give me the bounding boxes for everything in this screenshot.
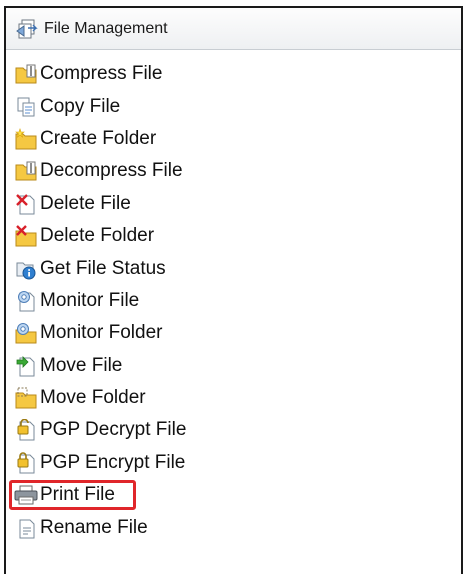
action-list: Compress File Copy File Create Folder De…: [9, 58, 461, 544]
item-label: Decompress File: [40, 160, 183, 182]
move-folder-icon: [14, 386, 38, 410]
item-label: Rename File: [40, 516, 148, 538]
item-label: Get File Status: [40, 257, 166, 279]
list-item-compress-file[interactable]: Compress File: [14, 58, 461, 90]
panel-header[interactable]: File Management: [6, 8, 461, 50]
file-management-panel: File Management Compress File Copy File …: [4, 6, 463, 574]
list-item-monitor-folder[interactable]: Monitor Folder: [14, 317, 461, 349]
item-label: Move File: [40, 354, 123, 376]
copy-file-icon: [14, 95, 38, 119]
list-item-rename-file[interactable]: Rename File: [14, 511, 461, 543]
item-label: Print File: [40, 484, 115, 506]
item-label: Compress File: [40, 63, 163, 85]
panel-title: File Management: [44, 19, 168, 37]
monitor-file-icon: [14, 289, 38, 313]
item-label: PGP Decrypt File: [40, 419, 187, 441]
item-label: PGP Encrypt File: [40, 451, 186, 473]
item-label: Copy File: [40, 95, 121, 117]
pgp-decrypt-icon: [14, 418, 38, 442]
item-label: Delete Folder: [40, 225, 155, 247]
compress-file-icon: [14, 62, 38, 86]
list-item-decompress-file[interactable]: Decompress File: [14, 155, 461, 187]
item-label: Delete File: [40, 192, 131, 214]
list-item-delete-file[interactable]: Delete File: [14, 188, 461, 220]
delete-folder-icon: [14, 224, 38, 248]
pgp-encrypt-icon: [14, 451, 38, 475]
list-item-move-folder[interactable]: Move Folder: [14, 382, 461, 414]
list-item-delete-folder[interactable]: Delete Folder: [14, 220, 461, 252]
list-item-print-file[interactable]: Print File: [9, 479, 461, 511]
list-item-pgp-encrypt-file[interactable]: PGP Encrypt File: [14, 447, 461, 479]
item-label: Monitor File: [40, 289, 140, 311]
monitor-folder-icon: [14, 321, 38, 345]
delete-file-icon: [14, 192, 38, 216]
list-item-monitor-file[interactable]: Monitor File: [14, 285, 461, 317]
list-item-copy-file[interactable]: Copy File: [14, 90, 461, 122]
create-folder-icon: [14, 127, 38, 151]
decompress-file-icon: [14, 159, 38, 183]
rename-file-icon: [14, 516, 38, 540]
list-item-pgp-decrypt-file[interactable]: PGP Decrypt File: [14, 414, 461, 446]
printer-icon: [14, 483, 38, 507]
move-file-icon: [14, 354, 38, 378]
file-status-icon: [14, 257, 38, 281]
item-label: Create Folder: [40, 127, 157, 149]
list-item-create-folder[interactable]: Create Folder: [14, 123, 461, 155]
item-label: Monitor Folder: [40, 322, 163, 344]
item-label: Move Folder: [40, 387, 146, 409]
selected-highlight: Print File: [9, 480, 136, 511]
list-item-get-file-status[interactable]: Get File Status: [14, 252, 461, 284]
file-management-icon: [16, 18, 38, 40]
list-item-move-file[interactable]: Move File: [14, 350, 461, 382]
